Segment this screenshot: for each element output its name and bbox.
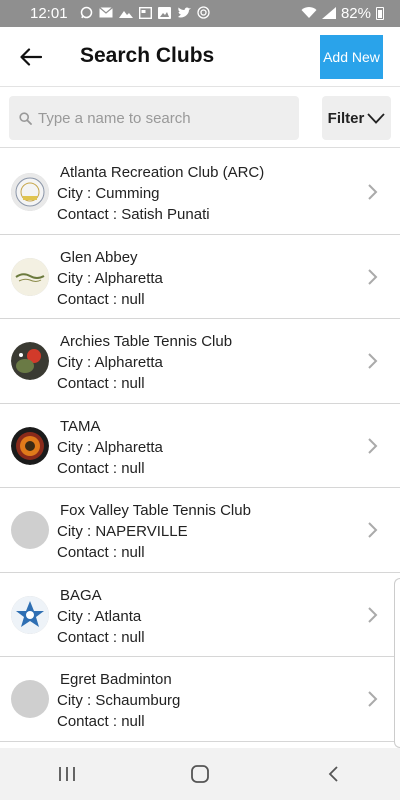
- club-name: BAGA: [60, 586, 102, 604]
- club-contact: Contact : null: [57, 375, 145, 392]
- search-box[interactable]: [9, 96, 299, 140]
- home-button[interactable]: [170, 754, 230, 794]
- club-contact: Contact : null: [57, 544, 145, 561]
- system-nav-bar: [0, 748, 400, 800]
- club-contact: Contact : null: [57, 290, 145, 308]
- club-contact: Contact : null: [57, 459, 145, 477]
- status-right: 82%: [301, 5, 384, 22]
- club-city: City : Atlanta: [57, 607, 142, 625]
- recent-apps-button[interactable]: [37, 754, 97, 794]
- chevron-right-icon: [368, 437, 378, 454]
- club-city: City : Cumming: [57, 185, 160, 202]
- club-logo: [11, 595, 49, 634]
- club-name: Glen Abbey: [60, 248, 138, 266]
- club-logo-placeholder: [11, 680, 49, 718]
- chevron-right-icon: [368, 522, 378, 538]
- club-row[interactable]: BAGA City : Atlanta Contact : null: [0, 573, 400, 657]
- club-row[interactable]: Glen Abbey City : Alpharetta Contact : n…: [0, 235, 400, 319]
- chevron-right-icon: [368, 184, 378, 200]
- home-icon: [191, 765, 209, 783]
- signal-icon: [321, 6, 336, 21]
- club-logo: [11, 342, 49, 380]
- search-row: Filter: [0, 88, 400, 148]
- app-header: Search Clubs Add New: [0, 27, 400, 87]
- page-title: Search Clubs: [80, 44, 215, 67]
- club-contact: Contact : null: [57, 628, 145, 646]
- club-name: TAMA: [60, 417, 101, 435]
- search-icon: [19, 111, 32, 125]
- whatsapp-icon: [80, 6, 93, 21]
- scroll-indicator[interactable]: [394, 578, 400, 748]
- image-icon: [157, 6, 171, 21]
- club-city: City : Alpharetta: [57, 354, 163, 371]
- club-logo-placeholder: [11, 511, 49, 549]
- club-logo: [11, 257, 49, 296]
- club-city: City : NAPERVILLE: [57, 523, 188, 540]
- back-icon: [329, 766, 338, 782]
- club-name: Atlanta Recreation Club (ARC): [60, 164, 265, 181]
- twitter-icon: [177, 7, 191, 21]
- status-bar: 12:01 82%: [0, 0, 400, 27]
- club-list: Atlanta Recreation Club (ARC) City : Cum…: [0, 150, 400, 748]
- club-logo: [11, 426, 49, 465]
- recent-apps-icon: [58, 767, 75, 781]
- club-row[interactable]: Archies Table Tennis Club City : Alphare…: [0, 319, 400, 404]
- status-time: 12:01: [30, 5, 68, 22]
- filter-button[interactable]: Filter: [322, 96, 391, 140]
- club-contact: Contact : Satish Punati: [57, 206, 210, 223]
- status-left: 12:01: [10, 5, 210, 22]
- chevron-right-icon: [368, 691, 378, 707]
- club-row[interactable]: Atlanta Recreation Club (ARC) City : Cum…: [0, 150, 400, 235]
- back-button[interactable]: [16, 42, 46, 72]
- battery-percent: 82%: [340, 5, 371, 22]
- club-name: Archies Table Tennis Club: [60, 333, 233, 350]
- instagram-icon: [196, 6, 210, 21]
- chevron-right-icon: [368, 268, 378, 285]
- chevron-right-icon: [368, 353, 378, 369]
- gallery-icon: [118, 7, 133, 20]
- email-icon: [98, 7, 113, 20]
- wifi-icon: [301, 6, 317, 21]
- chevron-down-icon: [367, 112, 385, 124]
- battery-icon: [376, 7, 384, 20]
- club-contact: Contact : null: [57, 713, 145, 730]
- arrow-left-icon: [20, 48, 42, 66]
- search-input[interactable]: [38, 109, 288, 127]
- club-name: Egret Badminton: [60, 671, 172, 688]
- club-city: City : Alpharetta: [57, 438, 163, 456]
- club-city: City : Alpharetta: [57, 269, 163, 287]
- club-city: City : Schaumburg: [57, 692, 181, 709]
- club-row[interactable]: TAMA City : Alpharetta Contact : null: [0, 404, 400, 488]
- club-name: Fox Valley Table Tennis Club: [60, 502, 251, 519]
- system-back-button[interactable]: [303, 754, 363, 794]
- club-logo: [11, 173, 49, 211]
- news-icon: [138, 6, 152, 21]
- club-row[interactable]: Fox Valley Table Tennis Club City : NAPE…: [0, 488, 400, 573]
- add-new-button[interactable]: Add New: [320, 35, 383, 79]
- club-row[interactable]: Egret Badminton City : Schaumburg Contac…: [0, 657, 400, 742]
- chevron-right-icon: [368, 606, 378, 623]
- filter-label: Filter: [327, 109, 365, 127]
